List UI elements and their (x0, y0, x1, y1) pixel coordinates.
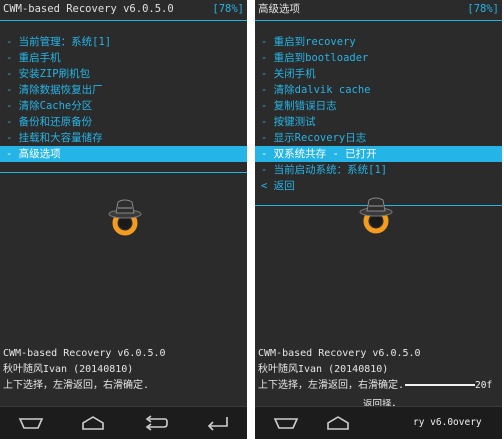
header: CWM-based Recovery v6.0.5.0 [78%] (3, 2, 244, 17)
menu-item-wipe-cache[interactable]: - 清除Cache分区 (0, 98, 247, 114)
footer-version: CWM-based Recovery v6.0.5.0 (3, 348, 166, 359)
menu-item-back[interactable]: < 返回 (255, 178, 502, 194)
menu-item-wipe-dalvik[interactable]: - 清除dalvik cache (255, 82, 502, 98)
menu-item-wipe-data[interactable]: - 清除数据恢复出厂 (0, 82, 247, 98)
right-recovery-screen: 高级选项 [78%] - 重启到recovery - 重启到bootloader… (255, 0, 502, 439)
cwm-hat-logo-icon (108, 199, 142, 236)
footer-author: 秋叶随风Ivan (20140810) (3, 364, 134, 375)
recent-apps-icon[interactable] (143, 415, 169, 431)
menu-separator (0, 172, 247, 173)
back-icon[interactable] (273, 415, 299, 431)
navigation-bar: ry v6.0overy (255, 406, 502, 439)
menu-item-current-system[interactable]: - 当前管理：系统[1] (0, 34, 247, 50)
screen-divider (247, 0, 255, 439)
menu-item-reboot-recovery[interactable]: - 重启到recovery (255, 34, 502, 50)
footer-author: 秋叶随风Ivan (20140810) (258, 364, 389, 375)
menu-item-install-zip[interactable]: - 安装ZIP刷机包 (0, 66, 247, 82)
header: 高级选项 [78%] (258, 2, 499, 17)
menu-item-backup-restore[interactable]: - 备份和还原备份 (0, 114, 247, 130)
menu-item-advanced[interactable]: - 高级选项 (0, 146, 247, 162)
overlay-fragment: 20f (475, 380, 493, 391)
menu-item-mounts-storage[interactable]: - 挂载和大容量储存 (0, 130, 247, 146)
left-recovery-screen: CWM-based Recovery v6.0.5.0 [78%] - 当前管理… (0, 0, 247, 439)
menu-item-reboot-bootloader[interactable]: - 重启到bootloader (255, 50, 502, 66)
battery-indicator: [78%] (467, 3, 499, 15)
header-title: 高级选项 (258, 3, 300, 15)
menu-item-dual-system[interactable]: - 双系统共存 - 已打开 (255, 146, 502, 162)
battery-indicator: [78%] (212, 3, 244, 15)
header-separator (0, 20, 247, 21)
footer-hint: 上下选择，左滑返回，右滑确定. (3, 380, 150, 391)
menu-item-power-off[interactable]: - 关闭手机 (255, 66, 502, 82)
menu-item-key-test[interactable]: - 按键测试 (255, 114, 502, 130)
menu-item-show-log[interactable]: - 显示Recovery日志 (255, 130, 502, 146)
overlay-line (405, 384, 475, 386)
overlay-fragment: ry v6.0overy (413, 417, 482, 428)
enter-icon[interactable] (205, 415, 231, 431)
advanced-menu: - 重启到recovery - 重启到bootloader - 关闭手机 - 清… (255, 34, 502, 194)
menu-item-reboot[interactable]: - 重启手机 (0, 50, 247, 66)
navigation-bar (0, 406, 247, 439)
header-separator (255, 20, 502, 21)
main-menu: - 当前管理：系统[1] - 重启手机 - 安装ZIP刷机包 - 清除数据恢复出… (0, 34, 247, 162)
menu-item-copy-log[interactable]: - 复制错误日志 (255, 98, 502, 114)
cwm-hat-logo-icon (359, 197, 393, 234)
back-icon[interactable] (18, 415, 44, 431)
header-title: CWM-based Recovery v6.0.5.0 (3, 3, 174, 15)
home-icon[interactable] (325, 415, 351, 431)
menu-item-boot-system[interactable]: - 当前启动系统：系统[1] (255, 162, 502, 178)
footer-version: CWM-based Recovery v6.0.5.0 (258, 348, 421, 359)
footer-hint: 上下选择，左滑返回，右滑确定. (258, 380, 405, 391)
home-icon[interactable] (80, 415, 106, 431)
